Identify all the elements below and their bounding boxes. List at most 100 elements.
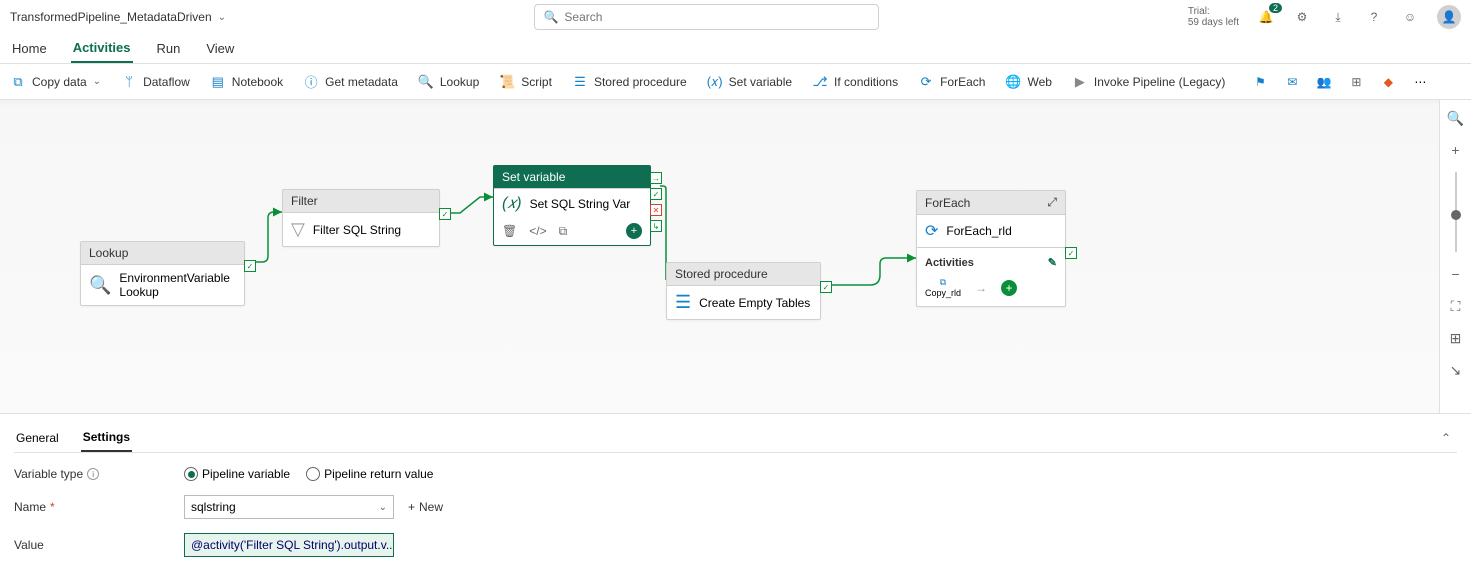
inner-activities-label: Activities bbox=[925, 257, 974, 269]
edit-icon[interactable]: ✎ bbox=[1048, 256, 1057, 269]
search-input[interactable] bbox=[564, 10, 870, 24]
node-header: ForEach ⤢ bbox=[917, 191, 1065, 215]
auto-arrange-icon[interactable]: ⊞ bbox=[1446, 328, 1466, 348]
foreach-icon: ⟳ bbox=[925, 221, 938, 241]
zoom-in-icon[interactable]: + bbox=[1446, 140, 1466, 160]
tool-copy-data[interactable]: ⧉Copy data⌄ bbox=[10, 74, 101, 90]
code-icon[interactable]: </> bbox=[529, 224, 546, 239]
name-select[interactable]: sqlstring ⌄ bbox=[184, 495, 394, 519]
radio-indicator bbox=[184, 467, 198, 481]
node-activity-name: Set SQL String Var bbox=[530, 197, 631, 211]
tool-web[interactable]: 🌐Web bbox=[1005, 74, 1051, 90]
info-icon[interactable]: i bbox=[87, 468, 99, 480]
output-port-success[interactable]: ✓ bbox=[244, 260, 256, 272]
output-port-success[interactable]: → bbox=[650, 172, 662, 184]
variable-icon: (𝑥) bbox=[707, 74, 723, 90]
add-output-button[interactable]: + bbox=[626, 223, 642, 239]
delete-icon[interactable]: 🗑 bbox=[502, 224, 517, 239]
node-header: Filter bbox=[283, 190, 439, 213]
nav-activities[interactable]: Activities bbox=[71, 34, 133, 63]
copy-data-icon: ⧉ bbox=[940, 277, 946, 288]
pipeline-title-dropdown[interactable]: TransformedPipeline_MetadataDriven ⌄ bbox=[10, 10, 226, 24]
pipeline-canvas[interactable]: Lookup 🔍 EnvironmentVariableLookup ✓ Fil… bbox=[0, 100, 1471, 414]
row-variable-type: Variable type i Pipeline variable Pipeli… bbox=[14, 467, 1457, 481]
nav-run[interactable]: Run bbox=[155, 35, 183, 62]
node-lookup[interactable]: Lookup 🔍 EnvironmentVariableLookup ✓ bbox=[80, 241, 245, 306]
tool-set-variable[interactable]: (𝑥)Set variable bbox=[707, 74, 792, 90]
node-header: Stored procedure bbox=[667, 263, 820, 286]
teams-icon[interactable]: 👥 bbox=[1315, 73, 1333, 91]
output-port-skip[interactable]: ↳ bbox=[650, 220, 662, 232]
tool-lookup[interactable]: 🔍Lookup bbox=[418, 74, 479, 90]
tool-get-metadata[interactable]: ⓘGet metadata bbox=[303, 74, 398, 90]
row-name: Name * sqlstring ⌄ + New bbox=[14, 495, 1457, 519]
settings-gear-icon[interactable]: ⚙ bbox=[1293, 8, 1311, 26]
new-variable-button[interactable]: + New bbox=[408, 500, 443, 514]
node-header: Set variable bbox=[494, 166, 650, 189]
user-avatar[interactable]: 👤 bbox=[1437, 5, 1461, 29]
zoom-out-icon[interactable]: − bbox=[1446, 264, 1466, 284]
output-port-success[interactable]: ✓ bbox=[1065, 247, 1077, 259]
flag-icon[interactable]: ⚑ bbox=[1251, 73, 1269, 91]
trial-info: Trial: 59 days left bbox=[1188, 6, 1239, 28]
search-box[interactable]: 🔍 bbox=[534, 4, 879, 30]
node-stored-procedure[interactable]: Stored procedure ☰ Create Empty Tables ✓ bbox=[666, 262, 821, 320]
value-label: Value bbox=[14, 538, 44, 552]
foreach-inner-activities: Activities ✎ ⧉ Copy_rld → + bbox=[917, 247, 1065, 306]
node-foreach[interactable]: ForEach ⤢ ⟳ ForEach_rld Activities ✎ ⧉ C… bbox=[916, 190, 1066, 307]
globe-icon: 🌐 bbox=[1005, 74, 1021, 90]
pipeline-title: TransformedPipeline_MetadataDriven bbox=[10, 10, 212, 24]
output-port-success[interactable]: ✓ bbox=[439, 208, 451, 220]
collapse-panel-icon[interactable]: ⌃ bbox=[1441, 431, 1457, 445]
feedback-icon[interactable]: ☺ bbox=[1401, 8, 1419, 26]
script-icon: 📜 bbox=[499, 74, 515, 90]
tool-foreach[interactable]: ⟳ForEach bbox=[918, 74, 985, 90]
output-port-failure[interactable]: ✕ bbox=[650, 204, 662, 216]
stored-proc-icon: ☰ bbox=[675, 292, 691, 313]
node-set-variable[interactable]: Set variable (𝑥) Set SQL String Var 🗑 </… bbox=[493, 165, 651, 246]
radio-pipeline-variable[interactable]: Pipeline variable bbox=[184, 467, 290, 481]
copy-data-icon: ⧉ bbox=[10, 74, 26, 90]
copy-icon[interactable]: ⧉ bbox=[559, 224, 568, 239]
zoom-slider[interactable] bbox=[1455, 172, 1457, 252]
expand-icon[interactable]: ⤢ bbox=[1047, 195, 1057, 210]
tool-stored-proc[interactable]: ☰Stored procedure bbox=[572, 74, 687, 90]
tool-invoke-pipeline[interactable]: ▶Invoke Pipeline (Legacy) bbox=[1072, 74, 1225, 90]
collapse-canvas-icon[interactable]: ↘ bbox=[1446, 360, 1466, 380]
lookup-icon: 🔍 bbox=[418, 74, 434, 90]
help-icon[interactable]: ? bbox=[1365, 8, 1383, 26]
nav-tabs: Home Activities Run View bbox=[0, 34, 1471, 64]
download-icon[interactable]: ⤓ bbox=[1329, 8, 1347, 26]
output-port-completion[interactable]: ✓ bbox=[650, 188, 662, 200]
more-icon[interactable]: ⋯ bbox=[1411, 73, 1429, 91]
radio-pipeline-return-value[interactable]: Pipeline return value bbox=[306, 467, 433, 481]
inner-activity-copy[interactable]: ⧉ Copy_rld bbox=[925, 277, 961, 298]
row-value: Value @activity('Filter SQL String').out… bbox=[14, 533, 1457, 557]
node-activity-name: EnvironmentVariableLookup bbox=[119, 271, 236, 299]
nav-home[interactable]: Home bbox=[10, 35, 49, 62]
node-filter[interactable]: Filter ▽ Filter SQL String ✓ bbox=[282, 189, 440, 247]
activity-toolbar: ⧉Copy data⌄ ᛘDataflow ▤Notebook ⓘGet met… bbox=[0, 64, 1471, 100]
notifications-icon[interactable]: 🔔2 bbox=[1257, 8, 1275, 26]
tab-settings[interactable]: Settings bbox=[81, 424, 132, 452]
fit-screen-icon[interactable]: ⛶ bbox=[1446, 296, 1466, 316]
nav-view[interactable]: View bbox=[204, 35, 236, 62]
filter-icon: ▽ bbox=[291, 219, 305, 240]
search-icon: 🔍 bbox=[543, 10, 558, 24]
add-inner-activity[interactable]: + bbox=[1001, 280, 1017, 296]
output-port-success[interactable]: ✓ bbox=[820, 281, 832, 293]
databricks-icon[interactable]: ◆ bbox=[1379, 73, 1397, 91]
top-bar: TransformedPipeline_MetadataDriven ⌄ 🔍 T… bbox=[0, 0, 1471, 34]
tool-if-conditions[interactable]: ⎇If conditions bbox=[812, 74, 898, 90]
tool-notebook[interactable]: ▤Notebook bbox=[210, 74, 283, 90]
chevron-down-icon: ⌄ bbox=[218, 12, 226, 23]
notebook-icon: ▤ bbox=[210, 74, 226, 90]
tool-script[interactable]: 📜Script bbox=[499, 74, 552, 90]
grid-icon[interactable]: ⊞ bbox=[1347, 73, 1365, 91]
tab-general[interactable]: General bbox=[14, 425, 61, 451]
value-expression-input[interactable]: @activity('Filter SQL String').output.v.… bbox=[184, 533, 394, 557]
outlook-icon[interactable]: ✉ bbox=[1283, 73, 1301, 91]
arrow-icon: → bbox=[975, 281, 987, 295]
search-canvas-icon[interactable]: 🔍 bbox=[1446, 108, 1466, 128]
tool-dataflow[interactable]: ᛘDataflow bbox=[121, 74, 190, 90]
